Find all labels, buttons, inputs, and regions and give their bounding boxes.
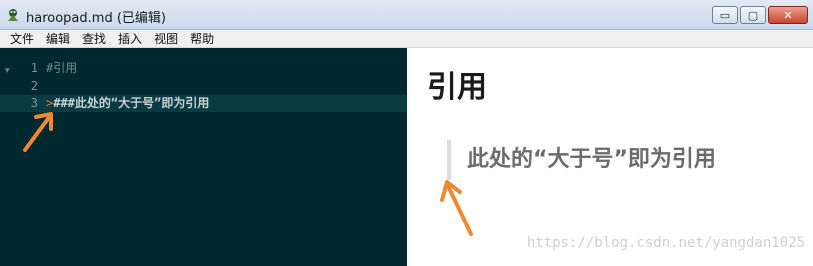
menu-insert[interactable]: 插入 xyxy=(112,30,148,48)
line-text: #引用 xyxy=(46,61,78,75)
menu-bar: 文件 编辑 查找 插入 视图 帮助 xyxy=(0,30,813,48)
preview-blockquote: 此处的“大于号”即为引用 xyxy=(447,140,716,180)
annotation-arrow-icon xyxy=(23,112,53,152)
editor-line[interactable]: 2 xyxy=(0,78,407,95)
line-text: >###此处的“大于号”即为引用 xyxy=(46,95,209,112)
title-bar: haroopad.md (已编辑) ▭ ▢ ✕ xyxy=(0,0,813,30)
menu-edit[interactable]: 编辑 xyxy=(40,30,76,48)
line-number: 1 xyxy=(30,61,38,75)
window-controls: ▭ ▢ ✕ xyxy=(712,6,808,24)
annotation-arrow-icon xyxy=(440,180,473,236)
menu-help[interactable]: 帮助 xyxy=(184,30,220,48)
menu-find[interactable]: 查找 xyxy=(76,30,112,48)
preview-heading: 引用 xyxy=(427,70,487,105)
editor-line-active[interactable]: 3 >###此处的“大于号”即为引用 xyxy=(0,95,407,112)
editor-line[interactable]: 1 #引用 xyxy=(0,60,407,77)
minimize-button[interactable]: ▭ xyxy=(712,6,738,24)
close-button[interactable]: ✕ xyxy=(768,6,808,24)
watermark: https://blog.csdn.net/yangdan1025 xyxy=(526,235,805,251)
menu-view[interactable]: 视图 xyxy=(148,30,184,48)
blockquote-text: 此处的“大于号”即为引用 xyxy=(467,147,716,172)
markdown-editor[interactable]: ▾ 1 #引用 2 3 >###此处的“大于号”即为引用 xyxy=(0,48,407,266)
markdown-preview: 引用 此处的“大于号”即为引用 https://blog.csdn.net/ya… xyxy=(407,48,813,266)
menu-file[interactable]: 文件 xyxy=(4,30,40,48)
maximize-button[interactable]: ▢ xyxy=(740,6,766,24)
line-number: 2 xyxy=(30,79,38,93)
app-icon xyxy=(8,9,18,21)
window-title: haroopad.md (已编辑) xyxy=(26,11,166,26)
line-content: ###此处的“大于号”即为引用 xyxy=(53,96,210,110)
